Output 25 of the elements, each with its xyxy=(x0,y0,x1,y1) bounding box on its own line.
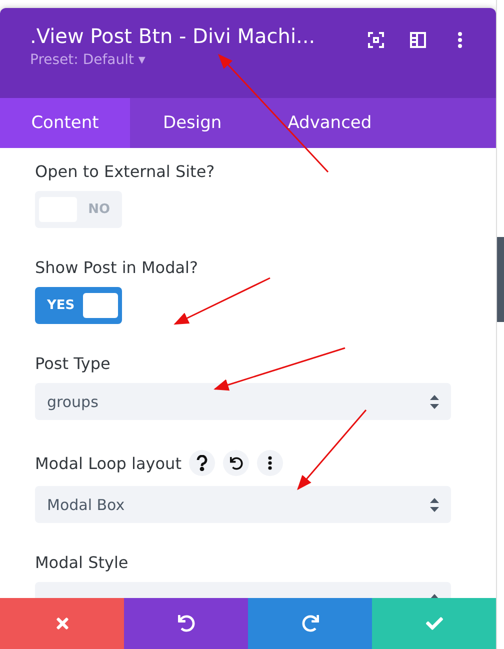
toggle-switch[interactable]: YES xyxy=(35,287,122,324)
panel-title: .View Post Btn - Divi Machi... xyxy=(30,24,316,48)
field-label: Modal Style xyxy=(35,553,128,572)
check-icon xyxy=(426,615,442,632)
redo-icon xyxy=(302,615,318,632)
field-label: Show Post in Modal? xyxy=(35,258,198,277)
panel-tab[interactable]: Advanced xyxy=(254,98,405,148)
scrollbar[interactable] xyxy=(497,237,504,322)
select-field[interactable]: Modal Box xyxy=(35,486,451,523)
more-options-icon[interactable] xyxy=(257,450,284,476)
panel-tab[interactable]: Design xyxy=(130,98,255,148)
reset-icon[interactable] xyxy=(223,450,250,476)
sort-arrows-icon xyxy=(430,498,439,512)
select-field[interactable]: groups xyxy=(35,383,451,420)
sort-arrows-icon xyxy=(430,394,439,408)
undo-icon xyxy=(178,615,194,632)
help-icon[interactable] xyxy=(189,450,216,476)
preset-dropdown[interactable]: Preset: Default ▾ xyxy=(30,52,366,68)
sidebar-layout-icon[interactable] xyxy=(408,30,428,50)
field-label: Open to External Site? xyxy=(35,162,215,181)
field-label: Post Type xyxy=(35,354,110,373)
close-icon xyxy=(54,615,70,632)
fullscreen-icon[interactable] xyxy=(366,30,386,50)
panel-tab[interactable]: Content xyxy=(0,98,130,148)
field-label: Modal Loop layout xyxy=(35,454,182,472)
